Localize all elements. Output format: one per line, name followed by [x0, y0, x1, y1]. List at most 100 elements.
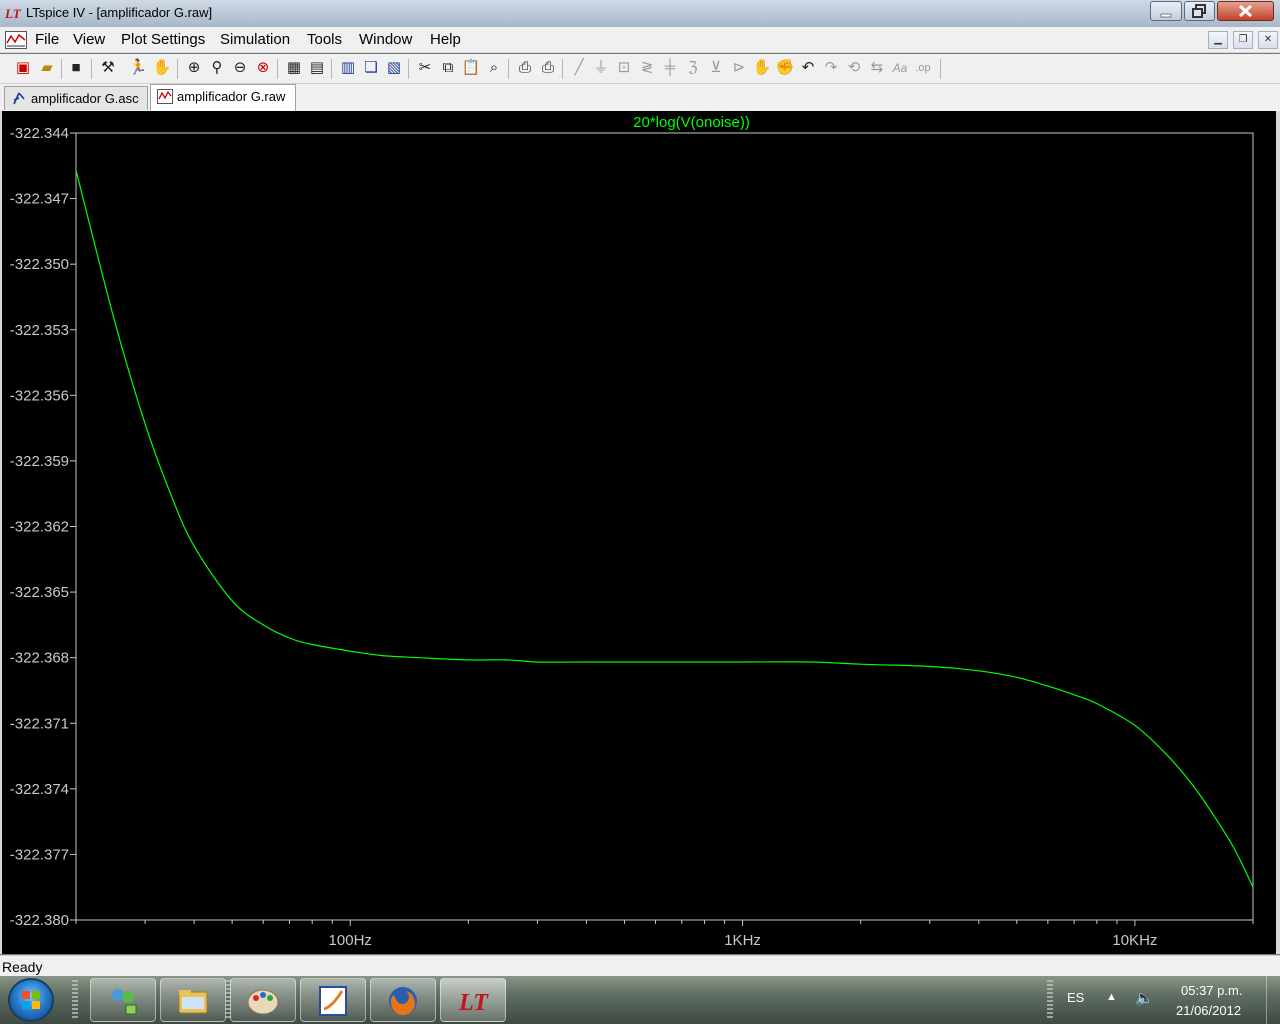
paint-icon: [247, 989, 279, 1015]
task-ltspice-doc[interactable]: [300, 978, 366, 1022]
autorange-icon[interactable]: ▦: [284, 58, 304, 78]
spice-directive-icon[interactable]: .op: [913, 58, 933, 78]
zoom-in-icon[interactable]: ⊕: [184, 58, 204, 78]
task-ltspice[interactable]: LT: [440, 978, 506, 1022]
inductor-icon[interactable]: ℨ: [683, 58, 703, 78]
plot-frame: [75, 132, 1254, 921]
menu-simulation[interactable]: Simulation: [220, 31, 290, 48]
start-button[interactable]: [8, 978, 54, 1022]
print-icon[interactable]: ⎙: [538, 58, 558, 78]
title-bar[interactable]: LT LTspice IV - [amplificador G.raw]: [0, 0, 1280, 27]
run-icon[interactable]: 🏃: [128, 58, 148, 78]
show-desktop-button[interactable]: [1266, 976, 1280, 1024]
taskbar-grip: [1047, 980, 1053, 1020]
clock-time[interactable]: 05:37 p.m.: [1181, 983, 1242, 998]
trace-title[interactable]: 20*log(V(onoise)): [633, 114, 750, 131]
x-tick-label: 100Hz: [329, 932, 372, 949]
menu-tools[interactable]: Tools: [307, 31, 342, 48]
zoom-out-icon[interactable]: ⊖: [230, 58, 250, 78]
diode-icon[interactable]: ⊻: [706, 58, 726, 78]
paste-icon[interactable]: 📋: [461, 58, 481, 78]
mirror-icon[interactable]: ⇆: [867, 58, 887, 78]
capacitor-icon[interactable]: ╪: [660, 58, 680, 78]
language-indicator[interactable]: ES: [1067, 990, 1084, 1005]
print-preview-icon[interactable]: ⎙: [515, 58, 535, 78]
volume-icon[interactable]: 🔈: [1135, 989, 1154, 1007]
status-text: Ready: [2, 959, 43, 975]
cascade-icon[interactable]: ❏: [361, 58, 381, 78]
waveform-plot[interactable]: 20*log(V(onoise)) -322.344 -322.347 -322.35…: [0, 111, 1280, 954]
undo-icon[interactable]: ↶: [798, 58, 818, 78]
toolbar-separator: [508, 59, 509, 79]
menu-window[interactable]: Window: [359, 31, 412, 48]
waveform-icon: [157, 89, 173, 104]
explorer-icon: [178, 990, 208, 1014]
close-icon: ✕: [1263, 34, 1273, 45]
y-tick-label: -322.374: [10, 781, 69, 798]
x-tick-label: 10KHz: [1112, 932, 1157, 949]
menu-bar: File View Plot Settings Simulation Tools…: [0, 27, 1280, 53]
ground-icon[interactable]: ⏚: [591, 58, 611, 78]
restore-icon: ❐: [1238, 34, 1248, 45]
menu-view[interactable]: View: [73, 31, 105, 48]
menu-plot-settings[interactable]: Plot Settings: [121, 31, 205, 48]
toolbar-separator: [562, 59, 563, 79]
copy-icon[interactable]: ⧉: [438, 58, 458, 78]
mdi-restore-button[interactable]: ❐: [1233, 31, 1253, 49]
add-trace-icon[interactable]: ▤: [307, 58, 327, 78]
windows-logo-icon: [22, 991, 40, 1009]
save-icon[interactable]: ■: [66, 58, 86, 78]
resistor-icon[interactable]: ≷: [637, 58, 657, 78]
network-app-icon: [112, 989, 137, 1015]
maximize-button[interactable]: [1184, 1, 1215, 21]
rotate-icon[interactable]: ⟲: [844, 58, 864, 78]
show-hidden-icons-icon[interactable]: ▲: [1106, 991, 1117, 1003]
drag-icon[interactable]: ✊: [775, 58, 795, 78]
new-schematic-icon[interactable]: ▣: [13, 58, 33, 78]
pan-icon[interactable]: ✋: [152, 58, 172, 78]
tab-label: amplificador G.asc: [31, 91, 139, 106]
restore-icon: [1192, 4, 1206, 18]
toolbar-separator: [177, 59, 178, 79]
wire-icon[interactable]: ╱: [569, 58, 589, 78]
y-tick-label: -322.356: [10, 387, 69, 404]
component-icon[interactable]: ⊳: [729, 58, 749, 78]
toolbar: ▣ ▰ ■ ⚒ 🏃 ✋ ⊕ ⚲ ⊖ ⊗ ▦ ▤ ▥ ❏ ▧ ✂ ⧉ 📋 ⌕ ⎙ …: [0, 54, 1280, 84]
task-firefox[interactable]: [370, 978, 436, 1022]
label-icon[interactable]: ⊡: [614, 58, 634, 78]
minimize-icon: ▁: [1214, 34, 1222, 45]
task-explorer[interactable]: [160, 978, 226, 1022]
y-tick-label: -322.350: [10, 256, 69, 273]
tile-horizontal-icon[interactable]: ▥: [338, 58, 358, 78]
y-tick-label: -322.362: [10, 519, 69, 536]
open-icon[interactable]: ▰: [37, 58, 57, 78]
close-button[interactable]: [1217, 1, 1274, 21]
minimize-button[interactable]: [1150, 1, 1182, 21]
chart[interactable]: 20*log(V(onoise)) -322.344 -322.347 -322.35…: [2, 111, 1276, 954]
mdi-minimize-button[interactable]: ▁: [1208, 31, 1228, 49]
svg-text:LT: LT: [5, 6, 22, 21]
mdi-close-button[interactable]: ✕: [1258, 31, 1278, 49]
clock-date[interactable]: 21/06/2012: [1176, 1003, 1241, 1018]
menu-help[interactable]: Help: [430, 31, 461, 48]
find-icon[interactable]: ⌕: [484, 58, 504, 78]
tab-waveform[interactable]: amplificador G.raw: [150, 84, 296, 111]
zoom-area-icon[interactable]: ⚲: [207, 58, 227, 78]
trace-onoise-line[interactable]: [75, 170, 1254, 888]
cut-icon[interactable]: ✂: [415, 58, 435, 78]
redo-icon[interactable]: ↷: [821, 58, 841, 78]
zoom-cancel-icon[interactable]: ⊗: [253, 58, 273, 78]
taskbar-grip: [72, 980, 78, 1020]
tab-schematic[interactable]: amplificador G.asc: [4, 86, 148, 110]
toolbar-separator: [408, 59, 409, 79]
firefox-icon: [389, 987, 417, 1015]
text-icon[interactable]: Aa: [890, 58, 910, 78]
waveform-document-icon[interactable]: [5, 31, 27, 49]
move-icon[interactable]: ✋: [752, 58, 772, 78]
control-panel-icon[interactable]: ⚒: [98, 58, 118, 78]
tile-vertical-icon[interactable]: ▧: [384, 58, 404, 78]
task-network-app[interactable]: [90, 978, 156, 1022]
task-paint[interactable]: [230, 978, 296, 1022]
ltspice-logo-icon: LT: [5, 6, 22, 21]
menu-file[interactable]: File: [35, 31, 59, 48]
